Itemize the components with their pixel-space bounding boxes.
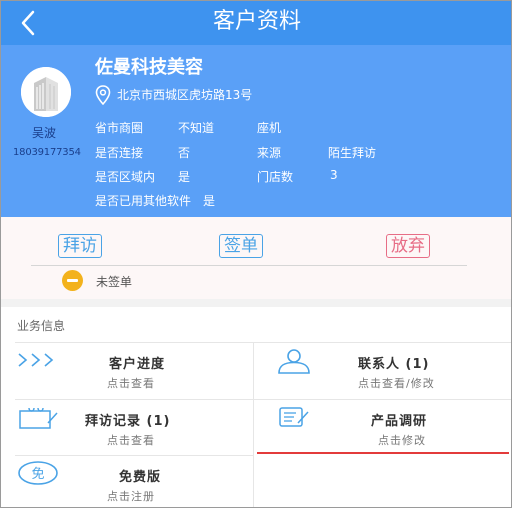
cell-subtitle: 点击注册 [107,490,155,503]
customer-progress-cell[interactable]: 客户进度 点击查看 [15,343,253,399]
sign-status-text: 未签单 [96,275,133,289]
cell-title: 免费版 [119,470,162,485]
divider [31,265,467,266]
field-value-connected: 否 [178,146,191,160]
field-label-source: 来源 [257,146,282,160]
section-gap [1,299,511,307]
company-address: 北京市西城区虎坊路13号 [117,88,253,102]
company-name: 佐曼科技美容 [95,57,203,78]
checklist-icon [279,407,309,427]
active-cell-underline [257,452,509,454]
app-frame: 客户资料 吴波 18039177354 佐曼科技美容 北京市西城区虎坊路13号 … [0,0,512,508]
field-value-other-software: 是 [203,194,216,208]
product-research-cell[interactable]: 产品调研 点击修改 [254,400,511,452]
contact-name: 吴波 [31,126,56,140]
page-title: 客户资料 [212,9,301,34]
cell-subtitle: 点击查看 [107,434,155,447]
person-icon [278,349,310,374]
field-label-region: 省市商圈 [95,121,144,135]
location-pin-icon [95,85,111,105]
free-icon: 免 [18,461,58,485]
visit-button[interactable]: 拜访 [58,234,102,258]
header-bar: 客户资料 [1,1,511,45]
customer-profile: 吴波 18039177354 佐曼科技美容 北京市西城区虎坊路13号 省市商圈 … [1,45,511,217]
field-label-in-area: 是否区域内 [95,170,156,184]
building-icon [21,67,71,117]
cell-subtitle: 点击查看/修改 [358,377,435,390]
cell-title: 联系人 (1) [358,357,430,372]
visit-records-cell[interactable]: 拜访记录 (1) 点击查看 [15,400,253,455]
cell-subtitle: 点击查看 [107,377,155,390]
cell-title: 产品调研 [371,414,428,429]
clipboard-icon [19,407,58,429]
svg-text:免: 免 [31,467,44,482]
business-section-title: 业务信息 [17,319,66,333]
cell-title: 客户进度 [109,357,166,372]
contact-phone[interactable]: 18039177354 [13,147,81,158]
abandon-button[interactable]: 放弃 [386,234,430,258]
chevrons-icon [18,353,54,367]
field-value-source: 陌生拜访 [328,146,377,160]
contacts-cell[interactable]: 联系人 (1) 点击查看/修改 [254,343,511,399]
sign-button[interactable]: 签单 [219,234,263,258]
field-label-other-software: 是否已用其他软件 [95,194,192,208]
field-value-store-count: 3 [330,168,338,182]
pending-status-icon [62,270,83,291]
action-panel: 拜访 签单 放弃 未签单 [1,217,511,299]
field-value-region: 不知道 [178,121,215,135]
cell-title: 拜访记录 (1) [85,414,171,429]
free-version-cell[interactable]: 免 免费版 点击注册 [15,456,253,507]
field-label-store-count: 门店数 [257,170,294,184]
field-label-connected: 是否连接 [95,146,144,160]
cell-subtitle: 点击修改 [378,434,426,447]
field-value-in-area: 是 [178,170,191,184]
company-avatar [21,67,71,117]
field-label-landline: 座机 [257,121,282,135]
